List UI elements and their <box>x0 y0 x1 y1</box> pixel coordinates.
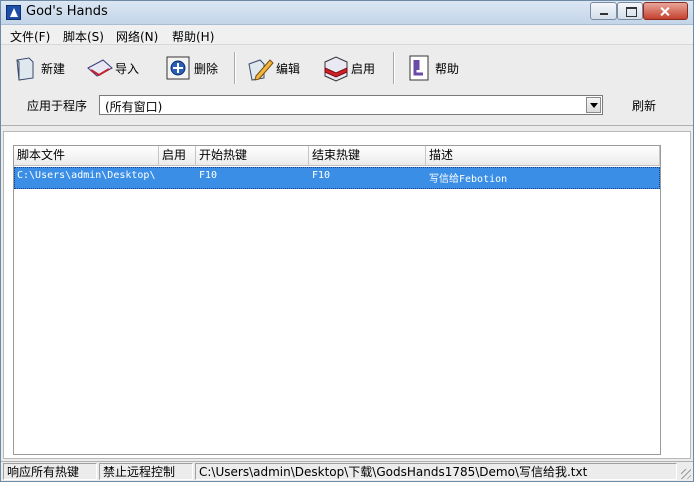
column-header-script-file[interactable]: 脚本文件 <box>14 146 159 166</box>
delete-icon <box>164 54 192 82</box>
import-button[interactable]: 导入 <box>85 52 139 84</box>
edit-button[interactable]: 编辑 <box>246 52 300 84</box>
help-label: 帮助 <box>435 61 460 76</box>
refresh-button[interactable]: 刷新 <box>619 96 669 116</box>
cell-script-file: C:\Users\admin\Desktop\ <box>17 170 156 181</box>
toolbar: 新建 导入 删除 编辑 启用 帮助 <box>1 46 693 90</box>
column-header-start-hotkey[interactable]: 开始热键 <box>196 146 309 166</box>
program-select-value: (所有窗口) <box>105 100 163 114</box>
chevron-down-icon[interactable] <box>586 97 601 113</box>
toolbar-separator <box>234 52 236 84</box>
import-icon <box>85 54 113 82</box>
close-button[interactable] <box>643 2 688 20</box>
window-title: God's Hands <box>26 4 108 19</box>
column-header-description[interactable]: 描述 <box>426 146 660 166</box>
apply-to-program-row: 应用于程序 (所有窗口) 刷新 <box>1 90 693 126</box>
help-book-icon <box>405 54 433 82</box>
column-header-enabled[interactable]: 启用 <box>159 146 196 166</box>
status-hotkeys: 响应所有热键 <box>3 463 97 480</box>
resize-grip-icon[interactable] <box>681 469 691 479</box>
cell-enabled <box>163 170 197 186</box>
apply-to-program-label: 应用于程序 <box>27 99 88 113</box>
edit-pencil-icon <box>246 54 274 82</box>
help-button[interactable]: 帮助 <box>405 52 459 84</box>
status-bar: 响应所有热键 禁止远程控制 C:\Users\admin\Desktop\下载\… <box>1 461 693 481</box>
script-list[interactable]: 脚本文件 启用 开始热键 结束热键 描述 C:\Users\admin\Desk… <box>13 145 661 455</box>
delete-label: 删除 <box>194 61 219 76</box>
cell-start-hotkey: F10 <box>199 170 218 181</box>
menu-network[interactable]: 网络(N) <box>116 28 158 45</box>
toolbar-separator <box>393 52 395 84</box>
enable-button[interactable]: 启用 <box>321 52 375 84</box>
column-header-end-hotkey[interactable]: 结束热键 <box>309 146 426 166</box>
table-row[interactable]: C:\Users\admin\Desktop\ F10 F10 写信给Febot… <box>14 167 660 189</box>
new-document-icon <box>11 54 39 82</box>
menu-file[interactable]: 文件(F) <box>10 28 50 45</box>
list-header: 脚本文件 启用 开始热键 结束热键 描述 <box>14 146 660 166</box>
cell-description: 写信给Febotion <box>429 174 508 185</box>
status-file-path: C:\Users\admin\Desktop\下载\GodsHands1785\… <box>195 463 677 480</box>
program-select[interactable]: (所有窗口) <box>99 95 603 115</box>
status-remote-control: 禁止远程控制 <box>99 463 193 480</box>
menu-bar: 文件(F) 脚本(S) 网络(N) 帮助(H) <box>1 25 693 45</box>
app-logo-icon <box>6 5 21 20</box>
new-button[interactable]: 新建 <box>11 52 65 84</box>
minimize-button[interactable] <box>590 2 617 20</box>
script-list-pane: 脚本文件 启用 开始热键 结束热键 描述 C:\Users\admin\Desk… <box>3 131 691 459</box>
menu-help[interactable]: 帮助(H) <box>172 28 214 45</box>
enable-icon <box>321 54 349 82</box>
enable-label: 启用 <box>351 61 376 76</box>
delete-button[interactable]: 删除 <box>164 52 218 84</box>
new-label: 新建 <box>41 61 66 76</box>
import-label: 导入 <box>115 61 140 76</box>
menu-script[interactable]: 脚本(S) <box>63 28 104 45</box>
title-bar[interactable]: God's Hands <box>1 1 693 25</box>
edit-label: 编辑 <box>276 61 301 76</box>
cell-end-hotkey: F10 <box>312 170 331 181</box>
main-window: God's Hands 文件(F) 脚本(S) 网络(N) 帮助(H) 新建 导… <box>0 0 694 482</box>
maximize-button[interactable] <box>617 2 643 20</box>
